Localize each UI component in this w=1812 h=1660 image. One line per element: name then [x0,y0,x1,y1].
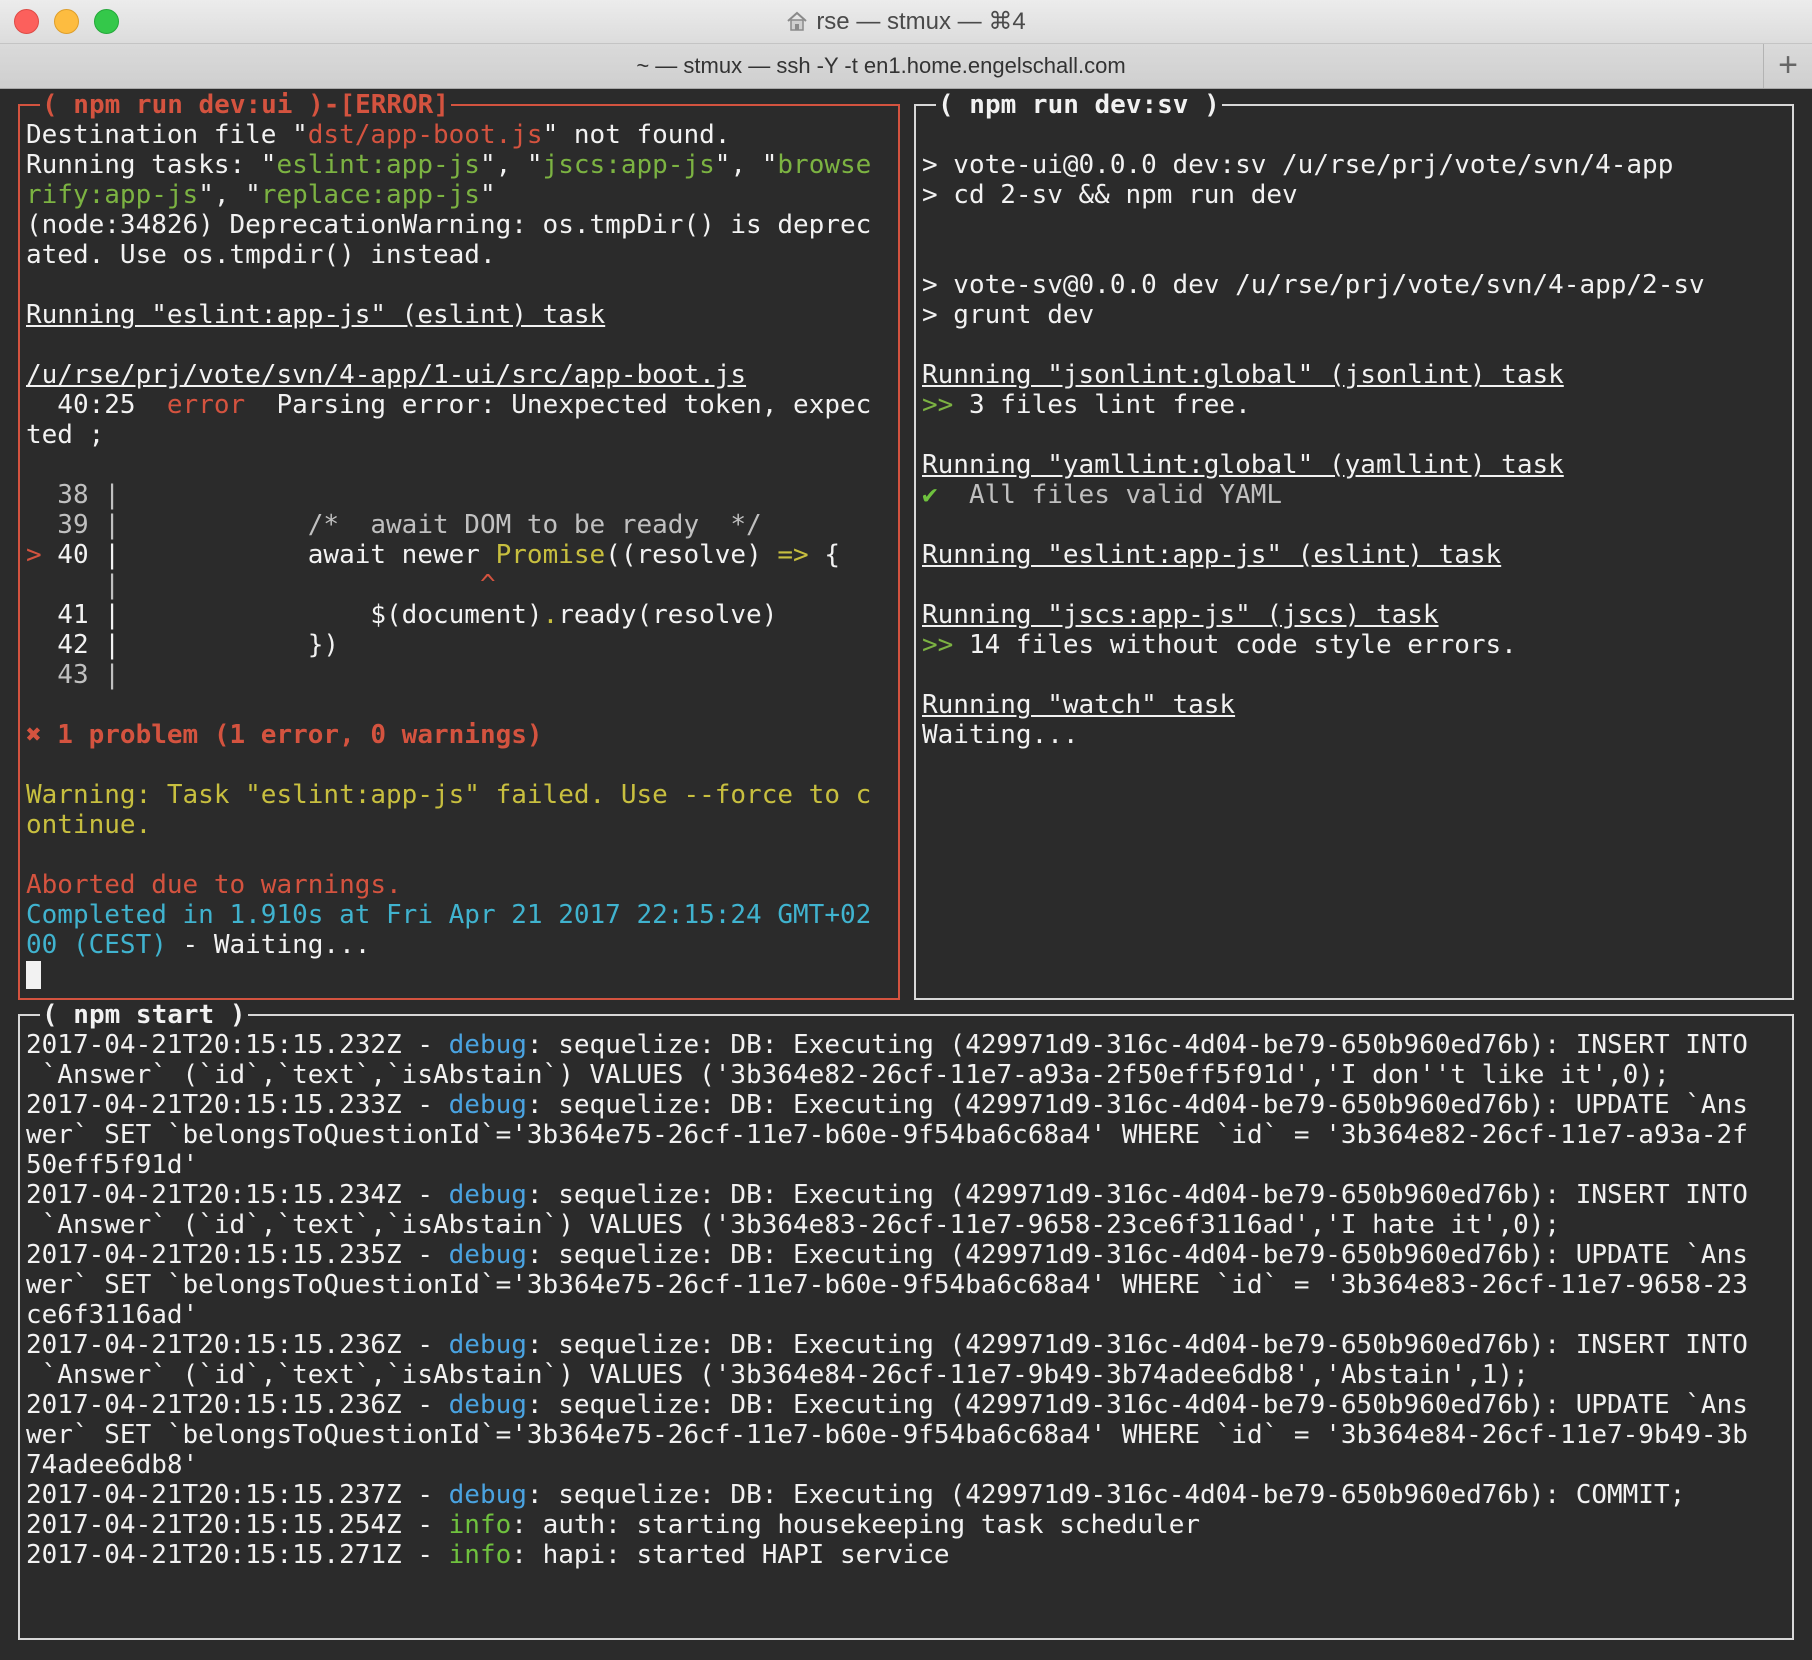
log-line: 2017-04-21T20:15:15.236Z - debug: sequel… [26,1390,1748,1420]
output-line: ✔ All files valid YAML [922,480,1283,510]
pane-title: ( npm run dev:sv ) [936,90,1222,120]
log-line-wrap: 50eff5f91d' [26,1150,199,1180]
pane-title: ( npm start ) [40,1000,248,1030]
task-header: Running "watch" task [922,690,1236,720]
log-line-wrap: `Answer` (`id`,`text`,`isAbstain`) VALUE… [26,1360,1529,1390]
log-level: debug [448,1240,527,1270]
output-line: ated. Use os.tmpdir() instead. [26,240,496,270]
window-title: rse — stmux — ⌘4 [816,8,1026,35]
pane-dev-sv[interactable]: ( npm run dev:sv ) > vote-ui@0.0.0 dev:s… [914,91,1794,1000]
pane-output[interactable]: 2017-04-21T20:15:15.232Z - debug: sequel… [26,1030,1788,1634]
terminal-window: rse — stmux — ⌘4 ~ — stmux — ssh -Y -t e… [0,0,1812,1660]
log-level: debug [448,1480,527,1510]
warning-line: Warning: Task "eslint:app-js" failed. Us… [26,780,872,810]
output-line: 40:25 error Parsing error: Unexpected to… [26,390,872,420]
code-line: 41 | $(document).ready(resolve) [26,600,778,630]
log-level: info [448,1510,512,1540]
pane-title: ( npm run dev:ui )-[ERROR] [40,90,451,120]
completed-line: 00 (CEST) - Waiting... [26,930,371,960]
completed-line: Completed in 1.910s at Fri Apr 21 2017 2… [26,900,872,930]
cursor-line [26,960,894,990]
output-line: Running "eslint:app-js" (eslint) task [26,300,606,330]
output-line: /u/rse/prj/vote/svn/4-app/1-ui/src/app-b… [26,360,747,390]
log-line: 2017-04-21T20:15:15.271Z - info: hapi: s… [26,1540,950,1570]
code-line: > 40 | await newer Promise((resolve) => … [26,540,840,570]
output-line: rify:app-js", "replace:app-js" [26,180,496,210]
task-header: Running "jscs:app-js" (jscs) task [922,600,1439,630]
log-line: 2017-04-21T20:15:15.232Z - debug: sequel… [26,1030,1748,1060]
pane-npm-start[interactable]: ( npm start ) 2017-04-21T20:15:15.232Z -… [18,1001,1794,1640]
log-line-wrap: wer` SET `belongsToQuestionId`='3b364e75… [26,1270,1748,1300]
output-line: (node:34826) DeprecationWarning: os.tmpD… [26,210,872,240]
output-line: Destination file "dst/app-boot.js" not f… [26,120,731,150]
output-line: > cd 2-sv && npm run dev [922,180,1298,210]
task-header: Running "yamllint:global" (yamllint) tas… [922,450,1564,480]
output-line: >> 14 files without code style errors. [922,630,1517,660]
output-line: > grunt dev [922,300,1095,330]
code-line: 39 | /* await DOM to be ready */ [26,510,762,540]
warning-line: ontinue. [26,810,152,840]
pane-dev-ui[interactable]: ( npm run dev:ui )-[ERROR] Destination f… [18,91,900,1000]
log-level: debug [448,1180,527,1210]
pane-output[interactable]: Destination file "dst/app-boot.js" not f… [26,120,894,994]
new-tab-button[interactable]: + [1763,44,1812,88]
log-line: 2017-04-21T20:15:15.254Z - info: auth: s… [26,1510,1201,1540]
log-level: debug [448,1090,527,1120]
log-line: 2017-04-21T20:15:15.236Z - debug: sequel… [26,1330,1748,1360]
log-line: 2017-04-21T20:15:15.235Z - debug: sequel… [26,1240,1748,1270]
output-line: Running tasks: "eslint:app-js", "jscs:ap… [26,150,872,180]
problem-summary: ✖ 1 problem (1 error, 0 warnings) [26,720,543,750]
output-line: Waiting... [922,720,1079,750]
window-title-area: rse — stmux — ⌘4 [0,0,1812,43]
log-level: debug [448,1390,527,1420]
log-line: 2017-04-21T20:15:15.234Z - debug: sequel… [26,1180,1748,1210]
log-line-wrap: `Answer` (`id`,`text`,`isAbstain`) VALUE… [26,1060,1670,1090]
log-level: info [448,1540,512,1570]
log-line-wrap: ce6f3116ad' [26,1300,199,1330]
task-header: Running "jsonlint:global" (jsonlint) tas… [922,360,1564,390]
output-line: > vote-sv@0.0.0 dev /u/rse/prj/vote/svn/… [922,270,1705,300]
output-line: ted ; [26,420,105,450]
log-line: 2017-04-21T20:15:15.233Z - debug: sequel… [26,1090,1748,1120]
aborted-line: Aborted due to warnings. [26,870,402,900]
log-line: 2017-04-21T20:15:15.237Z - debug: sequel… [26,1480,1686,1510]
check-icon: ✔ [922,480,938,510]
pane-output[interactable]: > vote-ui@0.0.0 dev:sv /u/rse/prj/vote/s… [922,120,1788,994]
output-line: >> 3 files lint free. [922,390,1251,420]
log-line-wrap: wer` SET `belongsToQuestionId`='3b364e75… [26,1420,1748,1450]
output-line: > vote-ui@0.0.0 dev:sv /u/rse/prj/vote/s… [922,150,1674,180]
code-line: 42 | }) [26,630,340,660]
home-folder-icon [786,2,808,31]
terminal-area[interactable]: ( npm run dev:ui )-[ERROR] Destination f… [0,89,1812,1660]
code-line: 43 | [26,660,120,690]
title-bar[interactable]: rse — stmux — ⌘4 [0,0,1812,44]
code-line: 38 | [26,480,120,510]
tab-bar: ~ — stmux — ssh -Y -t en1.home.engelscha… [0,44,1812,89]
text-cursor [26,961,41,989]
task-header: Running "eslint:app-js" (eslint) task [922,540,1502,570]
log-line-wrap: wer` SET `belongsToQuestionId`='3b364e75… [26,1120,1748,1150]
log-level: debug [448,1330,527,1360]
log-line-wrap: `Answer` (`id`,`text`,`isAbstain`) VALUE… [26,1210,1561,1240]
code-line: | ^ [26,570,496,600]
log-level: debug [448,1030,527,1060]
log-line-wrap: 74adee6db8' [26,1450,199,1480]
tab-active[interactable]: ~ — stmux — ssh -Y -t en1.home.engelscha… [0,44,1762,88]
